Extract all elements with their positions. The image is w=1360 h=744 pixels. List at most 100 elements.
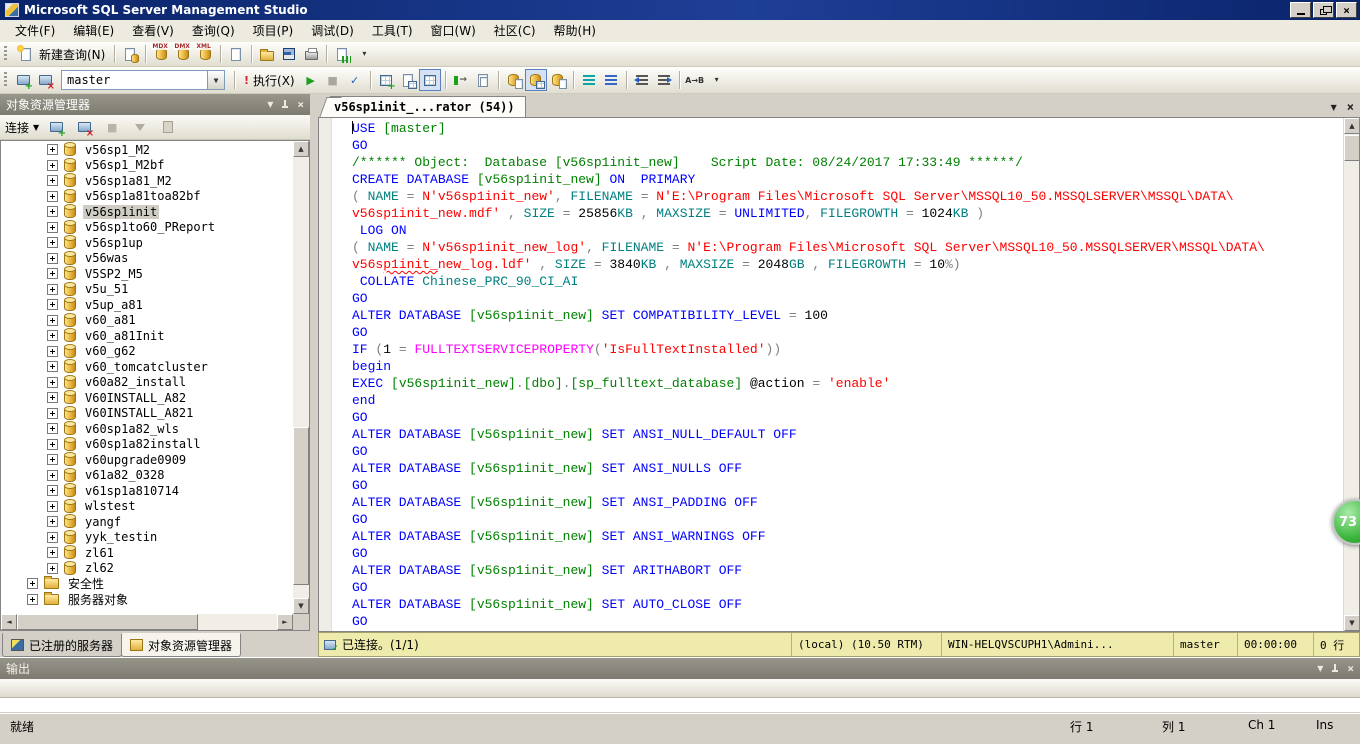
scrollbar-thumb[interactable] bbox=[293, 427, 309, 585]
tree-item-v60_tomcatcluster[interactable]: v60_tomcatcluster bbox=[1, 359, 293, 375]
tree-item-zl61[interactable]: zl61 bbox=[1, 545, 293, 561]
expand-plus-icon[interactable] bbox=[47, 516, 58, 527]
expand-plus-icon[interactable] bbox=[47, 485, 58, 496]
code-area[interactable]: USE [master]GO/****** Object: Database [… bbox=[318, 117, 1360, 632]
expand-plus-icon[interactable] bbox=[27, 578, 38, 589]
estimated-plan-button[interactable]: + bbox=[375, 69, 397, 91]
tree-item-v5u_51[interactable]: v5u_51 bbox=[1, 282, 293, 298]
stop-button[interactable]: ■ bbox=[322, 69, 344, 91]
tree-item-V60INSTALL_A821[interactable]: V60INSTALL_A821 bbox=[1, 406, 293, 422]
expand-plus-icon[interactable] bbox=[47, 408, 58, 419]
results-to-text-button[interactable] bbox=[503, 69, 525, 91]
scrollbar-thumb[interactable] bbox=[17, 614, 198, 630]
expand-plus-icon[interactable] bbox=[47, 439, 58, 450]
new-database-engine-query-button[interactable] bbox=[119, 43, 141, 65]
tree-item-v56was[interactable]: v56was bbox=[1, 251, 293, 267]
expand-plus-icon[interactable] bbox=[47, 423, 58, 434]
menu-item-1[interactable]: 文件(F) bbox=[6, 20, 64, 42]
expand-plus-icon[interactable] bbox=[47, 222, 58, 233]
expand-plus-icon[interactable] bbox=[47, 361, 58, 372]
step-button[interactable]: → bbox=[450, 69, 472, 91]
auto-hide-pin-icon[interactable] bbox=[281, 100, 289, 110]
toolbar-grip[interactable] bbox=[4, 72, 7, 88]
tree-item-v60_a81[interactable]: v60_a81 bbox=[1, 313, 293, 329]
close-document-icon[interactable]: × bbox=[1347, 100, 1354, 114]
template-parameters-button[interactable]: A→B bbox=[684, 69, 706, 91]
scroll-left-arrow-icon[interactable]: ◄ bbox=[1, 614, 17, 630]
restore-button[interactable] bbox=[1313, 2, 1334, 18]
results-pane-button[interactable] bbox=[419, 69, 441, 91]
expand-plus-icon[interactable] bbox=[47, 206, 58, 217]
results-to-grid-button[interactable] bbox=[525, 69, 547, 91]
tree-item-zl62[interactable]: zl62 bbox=[1, 561, 293, 577]
dmx-query-button[interactable]: DMX bbox=[172, 43, 194, 65]
copy-window-button[interactable] bbox=[472, 69, 494, 91]
expand-plus-icon[interactable] bbox=[47, 392, 58, 403]
menu-item-10[interactable]: 帮助(H) bbox=[545, 20, 605, 42]
new-page-button[interactable] bbox=[225, 43, 247, 65]
expand-plus-icon[interactable] bbox=[47, 299, 58, 310]
menu-item-2[interactable]: 编辑(E) bbox=[64, 20, 123, 42]
tree-item-V60INSTALL_A82[interactable]: V60INSTALL_A82 bbox=[1, 390, 293, 406]
close-button[interactable]: × bbox=[1336, 2, 1357, 18]
tree-item-v60sp1a82_wls[interactable]: v60sp1a82_wls bbox=[1, 421, 293, 437]
save-button[interactable] bbox=[278, 43, 300, 65]
expand-plus-icon[interactable] bbox=[47, 175, 58, 186]
query-designer-button[interactable] bbox=[397, 69, 419, 91]
print-button[interactable] bbox=[300, 43, 322, 65]
scrollbar-thumb[interactable] bbox=[1344, 135, 1360, 161]
tree-item-v56sp1a81_M2[interactable]: v56sp1a81_M2 bbox=[1, 173, 293, 189]
tree-item-v60_a81Init[interactable]: v60_a81Init bbox=[1, 328, 293, 344]
tree-horizontal-scrollbar[interactable]: ◄ ► bbox=[1, 614, 293, 630]
tree-item-v56sp1up[interactable]: v56sp1up bbox=[1, 235, 293, 251]
menu-item-4[interactable]: 查询(Q) bbox=[183, 20, 244, 42]
minimize-button[interactable] bbox=[1290, 2, 1311, 18]
expand-plus-icon[interactable] bbox=[47, 470, 58, 481]
editor-document-tab[interactable]: v56sp1init_...rator (54)) bbox=[330, 96, 526, 117]
expand-plus-icon[interactable] bbox=[47, 532, 58, 543]
scroll-right-arrow-icon[interactable]: ► bbox=[277, 614, 293, 630]
tree-item-v56sp1to60_PReport[interactable]: v56sp1to60_PReport bbox=[1, 220, 293, 236]
change-connection-button[interactable]: × bbox=[34, 69, 56, 91]
tree-item-v56sp1init[interactable]: v56sp1init bbox=[1, 204, 293, 220]
editor-vertical-scrollbar[interactable]: ▲ ▼ bbox=[1343, 118, 1359, 631]
uncomment-lines-button[interactable] bbox=[600, 69, 622, 91]
expand-plus-icon[interactable] bbox=[47, 160, 58, 171]
new-query-button[interactable]: 新建查询(N) bbox=[12, 43, 110, 65]
tree-item-v60a82_install[interactable]: v60a82_install bbox=[1, 375, 293, 391]
expand-plus-icon[interactable] bbox=[47, 144, 58, 155]
disconnect-server-button[interactable]: × bbox=[73, 116, 95, 138]
connect-server-button[interactable]: + bbox=[45, 116, 67, 138]
tree-item-v56sp1_M2bf[interactable]: v56sp1_M2bf bbox=[1, 158, 293, 174]
scroll-up-arrow-icon[interactable]: ▲ bbox=[293, 141, 309, 157]
expand-plus-icon[interactable] bbox=[47, 547, 58, 558]
menu-item-8[interactable]: 窗口(W) bbox=[422, 20, 485, 42]
tree-item-v56sp1a81toa82bf[interactable]: v56sp1a81toa82bf bbox=[1, 189, 293, 205]
xmla-query-button[interactable]: XML bbox=[194, 43, 216, 65]
menu-item-6[interactable]: 调试(D) bbox=[302, 20, 363, 42]
tree-item-v60sp1a82install[interactable]: v60sp1a82install bbox=[1, 437, 293, 453]
expand-plus-icon[interactable] bbox=[47, 454, 58, 465]
increase-indent-button[interactable] bbox=[653, 69, 675, 91]
tree-item-安全性[interactable]: 安全性 bbox=[1, 576, 293, 592]
tree-item-服务器对象[interactable]: 服务器对象 bbox=[1, 592, 293, 608]
tree-item-v61a82_0328[interactable]: v61a82_0328 bbox=[1, 468, 293, 484]
tree-item-yyk_testin[interactable]: yyk_testin bbox=[1, 530, 293, 546]
results-to-file-button[interactable] bbox=[547, 69, 569, 91]
tree-item-wlstest[interactable]: wlstest bbox=[1, 499, 293, 515]
tree-item-v61sp1a810714[interactable]: v61sp1a810714 bbox=[1, 483, 293, 499]
tree-item-v60upgrade0909[interactable]: v60upgrade0909 bbox=[1, 452, 293, 468]
scroll-up-arrow-icon[interactable]: ▲ bbox=[1344, 118, 1360, 134]
comment-lines-button[interactable] bbox=[578, 69, 600, 91]
auto-hide-pin-icon[interactable] bbox=[1331, 664, 1339, 674]
panel-tab-1[interactable]: 已注册的服务器 bbox=[2, 633, 122, 657]
window-position-icon[interactable]: ▼ bbox=[267, 101, 273, 109]
expand-plus-icon[interactable] bbox=[47, 237, 58, 248]
expand-plus-icon[interactable] bbox=[47, 191, 58, 202]
scroll-down-arrow-icon[interactable]: ▼ bbox=[1344, 615, 1360, 631]
debug-button[interactable]: ▶ bbox=[300, 69, 322, 91]
expand-plus-icon[interactable] bbox=[47, 253, 58, 264]
panel-tab-2[interactable]: 对象资源管理器 bbox=[121, 633, 241, 657]
connect-database-button[interactable]: + bbox=[12, 69, 34, 91]
tree-item-v5up_a81[interactable]: v5up_a81 bbox=[1, 297, 293, 313]
